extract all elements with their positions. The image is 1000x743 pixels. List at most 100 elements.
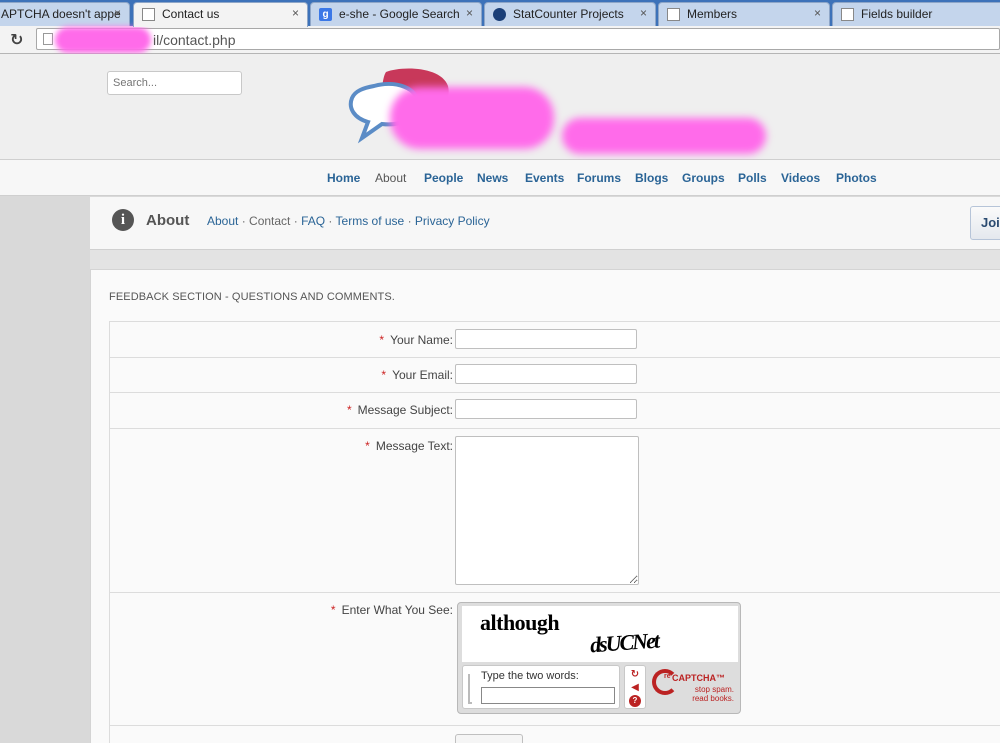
message-label: * Message Text: [365, 439, 453, 453]
link-terms[interactable]: Terms of use [336, 214, 405, 228]
tab-close-icon[interactable]: × [292, 6, 299, 20]
nav-photos[interactable]: Photos [836, 171, 877, 185]
captcha-bracket [468, 674, 472, 704]
tab-captcha[interactable]: APTCHA doesn't appe × [0, 2, 130, 26]
breadcrumb-separator: · [238, 214, 250, 228]
captcha-controls: ↻ ◀ ? [624, 665, 646, 709]
captcha-response-box: Type the two words: [462, 665, 620, 709]
required-mark: * [330, 603, 336, 617]
page-icon [667, 8, 680, 21]
help-icon[interactable]: ? [629, 695, 641, 707]
nav-groups[interactable]: Groups [682, 171, 725, 185]
browser-toolbar: ↻ il/contact.php [0, 26, 1000, 54]
tab-title: StatCounter Projects [513, 7, 624, 21]
nav-people[interactable]: People [424, 171, 463, 185]
statcounter-icon [493, 8, 506, 21]
recaptcha-widget: although dsUCNet Type the two words: ↻ ◀… [457, 602, 741, 714]
nav-news[interactable]: News [477, 171, 508, 185]
message-textarea[interactable] [455, 436, 639, 585]
recaptcha-prefix: re [664, 673, 671, 680]
reload-icon[interactable]: ↻ [10, 30, 23, 50]
recaptcha-slogan: stop spam. read books. [682, 685, 734, 703]
form-row-name: * Your Name: [110, 322, 1000, 358]
tab-close-icon[interactable]: × [640, 6, 647, 20]
url-text: il/contact.php [153, 32, 236, 48]
main-nav: Home About People News Events Forums Blo… [0, 160, 1000, 196]
feedback-title: FEEDBACK SECTION - QUESTIONS AND COMMENT… [109, 291, 395, 303]
tab-statcounter[interactable]: StatCounter Projects × [484, 2, 656, 26]
nav-forums[interactable]: Forums [577, 171, 621, 185]
form-row-submit [110, 726, 1000, 743]
tab-close-icon[interactable]: × [114, 6, 121, 20]
subject-field[interactable] [455, 399, 637, 419]
breadcrumb-separator: · [325, 214, 336, 228]
label-text: Message Text: [375, 439, 453, 453]
tab-title: Members [687, 7, 738, 21]
site-header [0, 54, 1000, 160]
page-icon [142, 8, 155, 21]
section-divider [90, 250, 1000, 269]
form-row-subject: * Message Subject: [110, 393, 1000, 429]
label-text: Enter What You See: [341, 603, 453, 617]
tab-title: Fields builder [861, 7, 933, 21]
link-privacy[interactable]: Privacy Policy [415, 214, 490, 228]
page-icon [841, 8, 854, 21]
form-row-email: * Your Email: [110, 358, 1000, 393]
recaptcha-logo: re CAPTCHA™ stop spam. read books. [652, 667, 738, 709]
nav-blogs[interactable]: Blogs [635, 171, 668, 185]
tab-close-icon[interactable]: × [466, 6, 473, 20]
required-mark: * [365, 439, 370, 453]
label-text: Message Subject: [357, 403, 453, 417]
page-header: i About About · Contact · FAQ · Terms of… [90, 197, 1000, 250]
slogan-line-2: read books. [692, 694, 734, 703]
name-label: * Your Name: [379, 333, 453, 347]
site-search-input[interactable] [107, 71, 242, 95]
feedback-panel: FEEDBACK SECTION - QUESTIONS AND COMMENT… [90, 269, 1000, 743]
page-icon [43, 33, 53, 45]
redacted-logo-text [390, 87, 554, 149]
submit-button[interactable] [455, 734, 523, 743]
link-contact-current: Contact [249, 214, 291, 228]
refresh-icon[interactable]: ↻ [629, 669, 641, 681]
breadcrumb-separator: · [404, 214, 415, 228]
captcha-label: * Enter What You See: [331, 603, 453, 617]
contact-form: * Your Name: * Your Email: * Message Subjec… [109, 321, 1000, 743]
left-gutter [0, 197, 90, 743]
tab-contact-us[interactable]: Contact us × [133, 2, 308, 27]
email-field[interactable] [455, 364, 637, 384]
link-faq[interactable]: FAQ [301, 214, 325, 228]
slogan-line-1: stop spam. [694, 685, 734, 694]
link-about[interactable]: About [207, 214, 238, 228]
tab-members[interactable]: Members × [658, 2, 830, 26]
address-bar[interactable]: il/contact.php [36, 27, 1000, 53]
label-text: Your Email: [392, 368, 453, 382]
required-mark: * [346, 403, 352, 417]
tab-google-search[interactable]: g e-she - Google Search × [310, 2, 482, 26]
nav-videos[interactable]: Videos [781, 171, 820, 185]
subject-label: * Message Subject: [347, 403, 453, 417]
audio-icon[interactable]: ◀ [629, 682, 641, 694]
nav-polls[interactable]: Polls [738, 171, 767, 185]
tab-title: APTCHA doesn't appe [1, 7, 121, 21]
breadcrumb-separator: · [290, 214, 302, 228]
captcha-word-1: although [480, 610, 560, 635]
label-text: Your Name: [390, 333, 453, 347]
name-field[interactable] [455, 329, 637, 349]
info-icon: i [112, 209, 134, 231]
captcha-input[interactable] [481, 687, 615, 704]
join-button[interactable]: Join [970, 206, 1000, 240]
breadcrumb: About · Contact · FAQ · Terms of use · P… [207, 214, 490, 228]
page-title: About [146, 212, 190, 229]
nav-events[interactable]: Events [525, 171, 564, 185]
nav-about[interactable]: About [375, 171, 406, 185]
tab-title: e-she - Google Search [339, 7, 460, 21]
required-mark: * [381, 368, 387, 382]
tab-fields-builder[interactable]: Fields builder [832, 2, 1000, 26]
form-row-captcha: * Enter What You See: although dsUCNet Ty… [110, 593, 1000, 726]
email-label: * Your Email: [381, 368, 453, 382]
nav-home[interactable]: Home [327, 171, 360, 185]
redacted-domain [55, 27, 151, 53]
form-row-message: * Message Text: [110, 429, 1000, 593]
required-mark: * [379, 333, 385, 347]
tab-close-icon[interactable]: × [814, 6, 821, 20]
